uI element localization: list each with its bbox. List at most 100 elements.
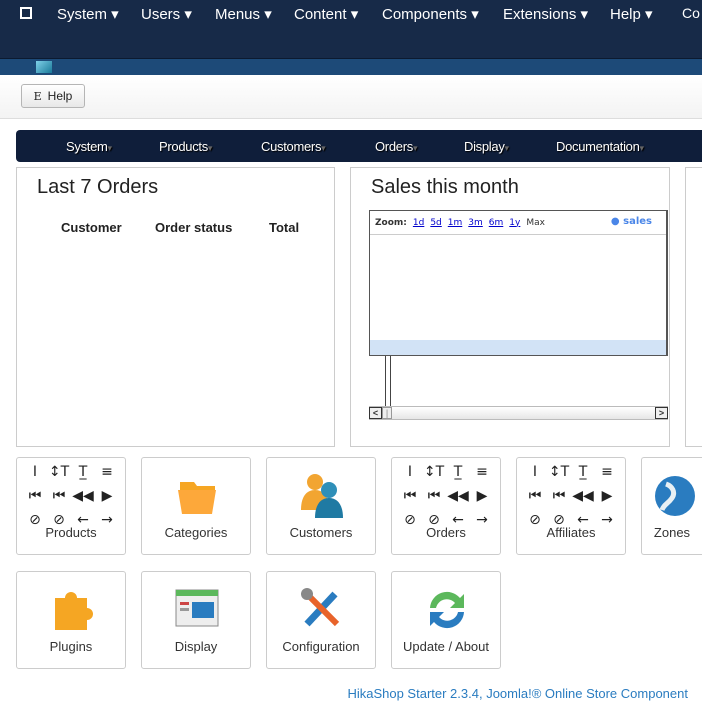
glyph-icon: ⏮ xyxy=(552,488,566,504)
menu-label: Users xyxy=(141,6,181,23)
tile-label: Display xyxy=(174,639,218,654)
tile-configuration[interactable]: Configuration xyxy=(266,571,376,669)
menu-label: Content xyxy=(294,6,347,23)
last-orders-panel: Last 7 Orders Customer Order status Tota… xyxy=(16,167,335,447)
menu-help[interactable]: Help ▾ xyxy=(610,5,653,23)
tools-icon xyxy=(297,584,347,634)
glyph-icon: I xyxy=(407,464,413,480)
tile-products[interactable]: I ↕T T̲ ≡ ⏮ ⏮ ◀◀ ▶ ⊘ ⊘ ← → Products xyxy=(16,457,126,555)
tile-label: Products xyxy=(45,525,97,540)
hikashop-logo-icon xyxy=(36,61,52,73)
chart-scrollbar[interactable]: < | > xyxy=(369,406,668,420)
zoom-5d[interactable]: 5d xyxy=(430,218,441,228)
submenu-label: Display xyxy=(464,139,505,154)
tile-label: Configuration xyxy=(282,639,360,654)
sales-panel: Sales this month Zoom: 1d 5d 1m 3m 6m 1y… xyxy=(350,167,670,447)
zoom-6m[interactable]: 6m xyxy=(489,218,504,228)
footer-version-link[interactable]: HikaShop Starter 2.3.4, Joomla!® Online … xyxy=(347,686,688,701)
glyph-icon: T̲ xyxy=(578,464,588,480)
menu-system[interactable]: System ▾ xyxy=(57,5,119,23)
top-menubar: System ▾ Users ▾ Menus ▾ Content ▾ Compo… xyxy=(0,0,702,58)
tile-affiliates[interactable]: I ↕T T̲ ≡ ⏮ ⏮ ◀◀ ▶ ⊘ ⊘ ← → Affiliates xyxy=(516,457,626,555)
tile-label: Update / About xyxy=(402,639,489,654)
menu-users[interactable]: Users ▾ xyxy=(141,5,192,23)
missing-icon-glyphs-icon: I ↕T T̲ ≡ ⏮ ⏮ ◀◀ ▶ ⊘ ⊘ ← → xyxy=(23,460,119,532)
tile-customers[interactable]: Customers xyxy=(266,457,376,555)
glyph-icon: ⏮ xyxy=(28,488,42,504)
tile-orders[interactable]: I ↕T T̲ ≡ ⏮ ⏮ ◀◀ ▶ ⊘ ⊘ ← → Orders xyxy=(391,457,501,555)
glyph-icon: ↕T xyxy=(548,464,570,480)
submenu-label: Products xyxy=(159,139,208,154)
glyph-icon: ⏮ xyxy=(528,488,542,504)
tile-label: Plugins xyxy=(49,639,93,654)
tile-label: Categories xyxy=(164,525,228,540)
folder-icon xyxy=(172,470,222,520)
menu-content[interactable]: Content ▾ xyxy=(294,5,358,23)
tile-display[interactable]: Display xyxy=(141,571,251,669)
submenu-customers[interactable]: Customers▾ xyxy=(261,139,326,154)
menu-label: Menus xyxy=(215,6,261,23)
tile-zones[interactable]: Zones xyxy=(641,457,702,555)
hikashop-submenu: System▾ Products▾ Customers▾ Orders▾ Dis… xyxy=(16,130,702,162)
tile-update-about[interactable]: Update / About xyxy=(391,571,501,669)
glyph-icon: ▶ xyxy=(601,488,613,504)
glyph-icon: T̲ xyxy=(78,464,88,480)
submenu-label: System xyxy=(66,139,108,154)
zoom-3m[interactable]: 3m xyxy=(468,218,483,228)
zoom-1d[interactable]: 1d xyxy=(413,218,424,228)
glyph-icon: ≡ xyxy=(601,464,613,480)
scroll-left-icon[interactable]: < xyxy=(369,407,382,419)
header-strip xyxy=(0,58,702,75)
glyph-icon: ⏮ xyxy=(427,488,441,504)
menu-extensions[interactable]: Extensions ▾ xyxy=(503,5,588,23)
help-icon: E xyxy=(33,89,42,103)
submenu-documentation[interactable]: Documentation▾ xyxy=(556,139,644,154)
tile-label: Customers xyxy=(289,525,353,540)
glyph-icon: ≡ xyxy=(101,464,113,480)
help-button[interactable]: E Help xyxy=(21,84,85,108)
glyph-icon: ≡ xyxy=(476,464,488,480)
range-handle[interactable] xyxy=(385,356,391,410)
puzzle-icon xyxy=(47,584,97,634)
glyph-icon: ↕T xyxy=(423,464,445,480)
submenu-label: Customers xyxy=(261,139,322,154)
tile-label: Zones xyxy=(653,525,691,540)
joomla-menu-icon[interactable] xyxy=(20,7,32,19)
menu-more[interactable]: Co xyxy=(682,5,700,21)
zoom-1y[interactable]: 1y xyxy=(509,218,520,228)
glyph-icon: ◀◀ xyxy=(72,488,94,504)
legend-sales[interactable]: ● sales xyxy=(611,216,652,227)
tile-label: Affiliates xyxy=(546,525,596,540)
tile-plugins[interactable]: Plugins xyxy=(16,571,126,669)
panel-title: Sales this month xyxy=(371,176,519,198)
scroll-thumb[interactable]: | xyxy=(382,407,392,419)
zoom-max[interactable]: Max xyxy=(526,218,545,228)
missing-icon-glyphs-icon: I ↕T T̲ ≡ ⏮ ⏮ ◀◀ ▶ ⊘ ⊘ ← → xyxy=(523,460,619,532)
submenu-products[interactable]: Products▾ xyxy=(159,139,212,154)
legend-label: sales xyxy=(623,216,652,227)
scroll-right-icon[interactable]: > xyxy=(655,407,668,419)
sales-chart: Zoom: 1d 5d 1m 3m 6m 1y Max ● sales xyxy=(369,210,668,356)
zoom-1m[interactable]: 1m xyxy=(448,218,463,228)
glyph-icon: ⏮ xyxy=(52,488,66,504)
menu-components[interactable]: Components ▾ xyxy=(382,5,479,23)
submenu-display[interactable]: Display▾ xyxy=(464,139,509,154)
submenu-label: Documentation xyxy=(556,139,640,154)
side-panel xyxy=(685,167,702,447)
users-icon xyxy=(297,470,347,520)
glyph-icon: ◀◀ xyxy=(572,488,594,504)
column-header: Customer xyxy=(61,220,122,235)
glyph-icon: I xyxy=(532,464,538,480)
submenu-system[interactable]: System▾ xyxy=(66,139,112,154)
menu-label: Help xyxy=(610,6,641,23)
menu-menus[interactable]: Menus ▾ xyxy=(215,5,272,23)
glyph-icon: T̲ xyxy=(453,464,463,480)
panel-title: Last 7 Orders xyxy=(37,176,159,198)
submenu-orders[interactable]: Orders▾ xyxy=(375,139,417,154)
help-label: Help xyxy=(47,89,73,103)
toolbar: E Help xyxy=(0,75,702,119)
tile-categories[interactable]: Categories xyxy=(141,457,251,555)
glyph-icon: I xyxy=(32,464,38,480)
tile-label: Orders xyxy=(426,525,466,540)
chart-navigator[interactable] xyxy=(370,340,666,355)
